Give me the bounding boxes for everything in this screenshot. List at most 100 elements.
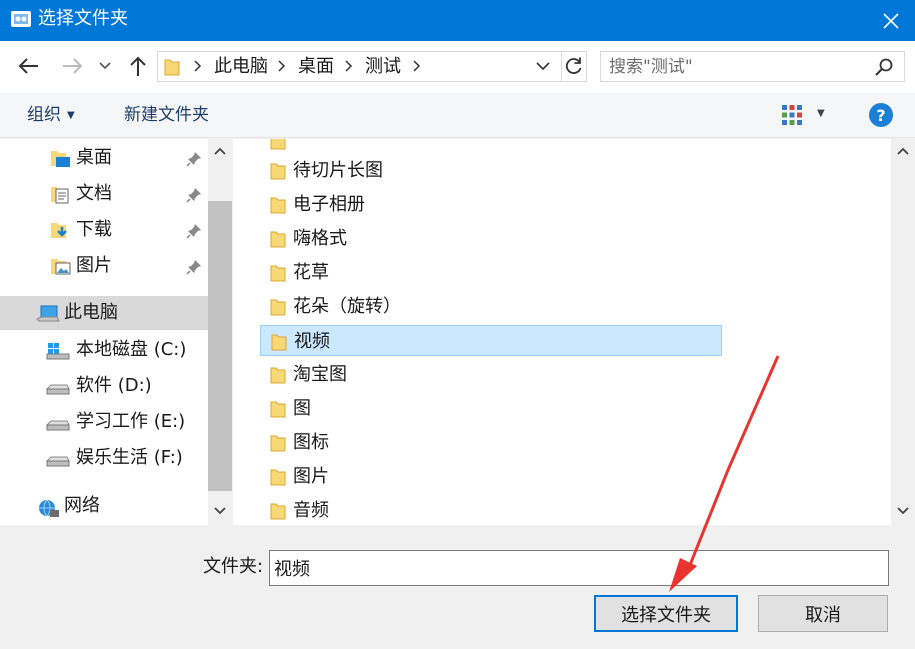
- list-item-selected[interactable]: 视频: [260, 325, 722, 356]
- pin-icon[interactable]: [186, 187, 202, 203]
- scroll-up-icon[interactable]: [214, 147, 226, 155]
- drive-icon: [46, 384, 70, 395]
- back-button[interactable]: [15, 51, 41, 81]
- nav-label: 桌面: [76, 147, 112, 168]
- back-arrow-icon: [18, 58, 38, 74]
- scrollbar-thumb[interactable]: [208, 201, 232, 491]
- drive-icon: [46, 456, 70, 467]
- nav-label: 图片: [76, 255, 112, 276]
- folder-name: 图: [293, 398, 311, 419]
- pin-icon[interactable]: [186, 259, 202, 275]
- nav-label: 软件 (D:): [76, 375, 152, 396]
- app-icon: [11, 11, 31, 27]
- list-item[interactable]: 花草: [260, 257, 722, 288]
- folder-name: 视频: [294, 331, 330, 352]
- forward-arrow-icon: [63, 58, 83, 74]
- folder-name: 嗨格式: [293, 228, 347, 249]
- address-separator: [561, 52, 562, 81]
- nav-item-this-pc[interactable]: 此电脑: [0, 296, 208, 330]
- close-icon: [883, 12, 899, 29]
- pictures-folder-icon: [51, 259, 71, 275]
- address-row: 此电脑 桌面 测试: [0, 41, 915, 93]
- search-icon[interactable]: [874, 57, 894, 77]
- pin-icon[interactable]: [186, 223, 202, 239]
- folder-icon: [270, 139, 286, 150]
- nav-scrollbar[interactable]: [208, 139, 232, 525]
- list-item[interactable]: 嗨格式: [260, 223, 722, 254]
- cancel-button[interactable]: 取消: [758, 595, 888, 632]
- folder-icon: [270, 401, 286, 418]
- organize-label: 组织: [27, 105, 61, 125]
- nav-item-downloads[interactable]: 下载: [0, 213, 208, 247]
- nav-item-network[interactable]: 网络: [0, 489, 208, 523]
- nav-item-documents[interactable]: 文档: [0, 177, 208, 211]
- folder-name: 花草: [293, 262, 329, 283]
- list-item[interactable]: 电子相册: [260, 189, 722, 220]
- organize-button[interactable]: 组织 ▼: [27, 103, 75, 130]
- new-folder-button[interactable]: 新建文件夹: [124, 103, 209, 127]
- search-input[interactable]: [609, 55, 864, 79]
- breadcrumb-test[interactable]: 测试: [365, 55, 401, 79]
- list-item-partial[interactable]: [260, 139, 722, 156]
- chevron-right-icon: [345, 60, 353, 72]
- list-item[interactable]: 花朵（旋转）: [260, 291, 722, 322]
- change-view-icon[interactable]: [781, 104, 803, 126]
- folder-icon: [270, 197, 286, 214]
- folder-icon: [270, 265, 286, 282]
- nav-label: 学习工作 (E:): [76, 411, 186, 432]
- computer-icon: [36, 305, 60, 322]
- address-bar[interactable]: 此电脑 桌面 测试: [157, 51, 587, 82]
- folder-name: 电子相册: [293, 194, 365, 215]
- nav-item-drive-f[interactable]: 娱乐生活 (F:): [0, 441, 208, 475]
- list-item[interactable]: 待切片长图: [260, 155, 722, 186]
- chevron-right-icon: [278, 60, 286, 72]
- scroll-down-icon[interactable]: [214, 507, 226, 515]
- pin-icon[interactable]: [186, 151, 202, 167]
- folder-name: 图片: [293, 466, 329, 487]
- list-item[interactable]: 图: [260, 393, 722, 424]
- folder-name-field[interactable]: [269, 550, 889, 586]
- folder-field-label: 文件夹:: [203, 556, 264, 577]
- nav-item-drive-c[interactable]: 本地磁盘 (C:): [0, 333, 208, 367]
- list-item[interactable]: 淘宝图: [260, 359, 722, 390]
- folder-icon: [270, 163, 286, 180]
- scroll-up-icon[interactable]: [897, 147, 909, 155]
- address-dropdown-icon[interactable]: [535, 58, 551, 74]
- file-list-scrollbar[interactable]: [891, 139, 915, 525]
- title-bar: 选择文件夹: [0, 0, 915, 41]
- folder-icon: [270, 231, 286, 248]
- nav-item-desktop[interactable]: 桌面: [0, 141, 208, 175]
- navigation-pane: 桌面 文档 下载 图片 此电脑 本地磁盘 (C:) 软件 (D:) 学习工作 (…: [0, 139, 232, 525]
- up-arrow-icon: [130, 56, 146, 76]
- refresh-icon[interactable]: [564, 56, 584, 76]
- list-item[interactable]: 图标: [260, 427, 722, 458]
- folder-icon: [270, 299, 286, 316]
- file-list: 待切片长图 电子相册 嗨格式 花草 花朵（旋转） 视频 淘宝图 图 图标 图片 …: [233, 139, 891, 525]
- help-button[interactable]: ?: [869, 103, 893, 127]
- chevron-right-icon: [413, 60, 421, 72]
- close-button[interactable]: [867, 0, 915, 41]
- view-options-caret-icon[interactable]: ▼: [817, 108, 825, 119]
- scroll-down-icon[interactable]: [897, 507, 909, 515]
- nav-item-drive-d[interactable]: 软件 (D:): [0, 369, 208, 403]
- select-folder-button[interactable]: 选择文件夹: [594, 595, 738, 632]
- folder-icon: [270, 367, 286, 384]
- nav-item-pictures[interactable]: 图片: [0, 249, 208, 283]
- folder-name: 图标: [293, 432, 329, 453]
- nav-item-drive-e[interactable]: 学习工作 (E:): [0, 405, 208, 439]
- search-box[interactable]: [600, 51, 905, 82]
- desktop-folder-icon: [51, 151, 70, 167]
- windows-drive-icon: [46, 343, 70, 360]
- command-bar: 组织 ▼ 新建文件夹: [0, 93, 915, 138]
- list-item[interactable]: 音频: [260, 495, 722, 525]
- recent-locations-button[interactable]: [95, 51, 115, 81]
- breadcrumb-desktop[interactable]: 桌面: [298, 55, 334, 79]
- nav-label: 网络: [64, 495, 100, 516]
- breadcrumb-this-pc[interactable]: 此电脑: [214, 55, 268, 79]
- up-button[interactable]: [125, 51, 151, 81]
- nav-label: 文档: [76, 183, 112, 204]
- forward-button[interactable]: [60, 51, 86, 81]
- folder-name: 花朵（旋转）: [293, 296, 401, 317]
- nav-label: 娱乐生活 (F:): [76, 447, 183, 468]
- list-item[interactable]: 图片: [260, 461, 722, 492]
